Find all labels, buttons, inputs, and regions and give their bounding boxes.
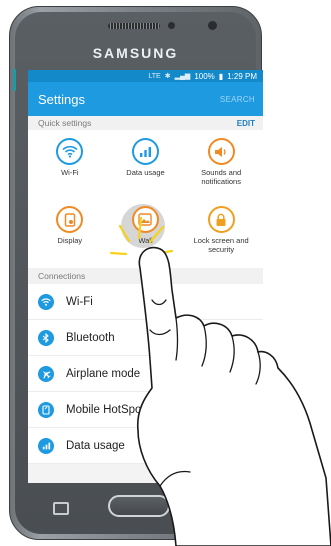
quick-setting-data-usage[interactable]: Data usage bbox=[108, 136, 184, 198]
search-button[interactable]: SEARCH bbox=[220, 95, 255, 104]
connections-header: Connections bbox=[28, 268, 263, 284]
display-icon bbox=[56, 206, 84, 233]
front-camera bbox=[208, 21, 217, 30]
tile-label: Sounds and notifications bbox=[201, 168, 242, 186]
home-button[interactable] bbox=[108, 495, 170, 517]
list-item-hotspot[interactable]: Mobile HotSpot and T bbox=[28, 392, 263, 428]
tile-label: Lock screen and security bbox=[193, 236, 249, 254]
data-usage-icon bbox=[131, 138, 159, 165]
quick-settings-title: Quick settings bbox=[38, 118, 92, 128]
quick-setting-lock-screen[interactable]: Lock screen and security bbox=[183, 204, 259, 266]
recent-apps-key[interactable] bbox=[53, 502, 69, 515]
wifi-signal-icon: ✱ bbox=[164, 73, 171, 80]
tile-label: Data usage bbox=[126, 168, 165, 177]
tile-label: Wi-Fi bbox=[61, 168, 79, 177]
connections-title: Connections bbox=[38, 271, 86, 281]
bluetooth-icon bbox=[38, 329, 54, 346]
quick-settings-header: Quick settings EDIT bbox=[28, 116, 263, 130]
quick-settings-grid: Wi-Fi Data usage Sounds and notification… bbox=[28, 130, 263, 268]
tile-label: Wall bbox=[138, 236, 153, 245]
list-item-label: Bluetooth bbox=[66, 331, 115, 344]
edit-button[interactable]: EDIT bbox=[237, 119, 255, 128]
battery-level: 100% bbox=[194, 71, 215, 81]
brand-logo: SAMSUNG bbox=[92, 45, 179, 61]
hotspot-icon bbox=[38, 401, 54, 418]
list-item-label: Airplane mode bbox=[66, 367, 141, 380]
app-bar: Settings SEARCH bbox=[28, 82, 263, 116]
proximity-sensor bbox=[168, 22, 175, 29]
list-item-label: Mobile HotSpot and T bbox=[66, 403, 178, 416]
screen: LTE ✱ ▂▄▆ 100% ▮ 1:29 PM Settings SEARCH… bbox=[28, 70, 263, 483]
airplane-icon bbox=[38, 365, 54, 382]
phone-body: SAMSUNG LTE ✱ ▂▄▆ 100% ▮ 1:29 PM Setting… bbox=[9, 6, 263, 540]
quick-setting-wallpaper[interactable]: Wall bbox=[108, 204, 184, 266]
battery-icon: ▮ bbox=[218, 71, 224, 81]
wifi-icon bbox=[56, 138, 84, 165]
lock-icon bbox=[207, 206, 235, 233]
connections-list: Wi-Fi Bluetooth Airplane mode Mobile Hot… bbox=[28, 284, 263, 464]
clock: 1:29 PM bbox=[227, 71, 257, 81]
wallpaper-icon bbox=[131, 206, 159, 233]
earpiece-speaker bbox=[108, 23, 160, 29]
network-indicator: LTE bbox=[148, 72, 161, 80]
volume-key[interactable] bbox=[13, 69, 16, 91]
quick-setting-sounds[interactable]: Sounds and notifications bbox=[183, 136, 259, 198]
list-item-wifi[interactable]: Wi-Fi bbox=[28, 284, 263, 320]
signal-bars-icon: ▂▄▆ bbox=[174, 73, 191, 80]
volume-icon bbox=[207, 138, 235, 165]
wifi-icon bbox=[38, 293, 54, 310]
list-item-label: Data usage bbox=[66, 439, 125, 452]
quick-setting-display[interactable]: Display bbox=[32, 204, 108, 266]
list-item-airplane[interactable]: Airplane mode bbox=[28, 356, 263, 392]
list-item-data-usage[interactable]: Data usage bbox=[28, 428, 263, 464]
list-item-bluetooth[interactable]: Bluetooth bbox=[28, 320, 263, 356]
list-item-label: Wi-Fi bbox=[66, 295, 93, 308]
page-title: Settings bbox=[38, 91, 85, 107]
quick-setting-wifi[interactable]: Wi-Fi bbox=[32, 136, 108, 198]
tile-label: Display bbox=[57, 236, 83, 245]
status-bar: LTE ✱ ▂▄▆ 100% ▮ 1:29 PM bbox=[28, 70, 263, 82]
data-usage-icon bbox=[38, 437, 54, 454]
